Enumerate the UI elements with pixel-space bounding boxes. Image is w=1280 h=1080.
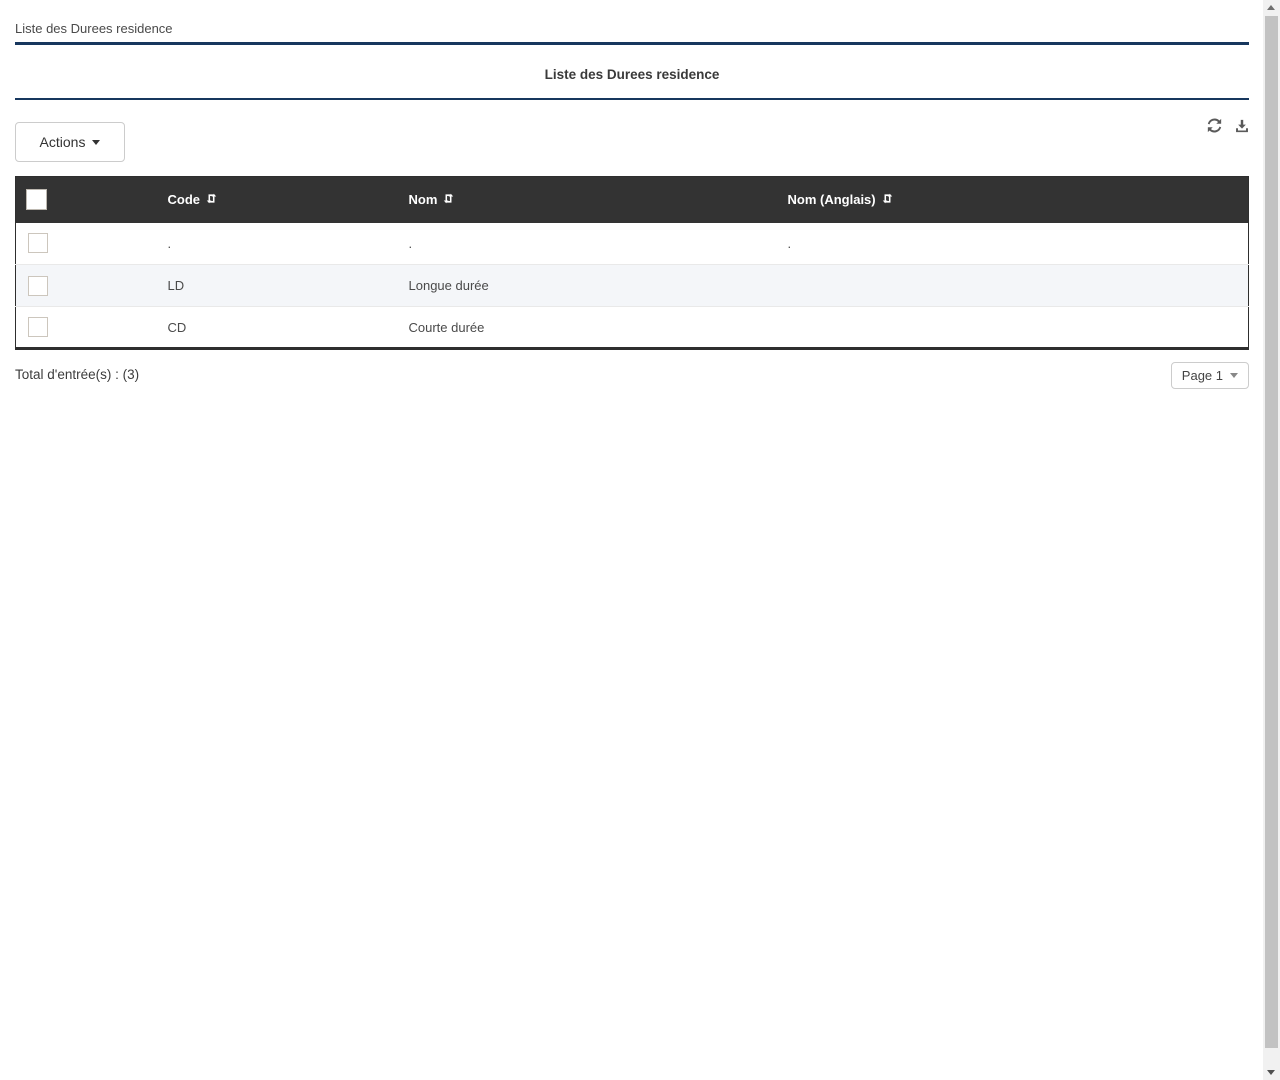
row-checkbox[interactable]: [28, 276, 48, 296]
cell-code: CD: [158, 307, 401, 349]
column-header-nom-anglais[interactable]: Nom (Anglais): [780, 177, 1249, 223]
vertical-scrollbar[interactable]: [1263, 0, 1280, 1080]
table-row: LD Longue durée: [16, 265, 1249, 307]
scroll-down-icon[interactable]: [1267, 1070, 1275, 1075]
scrollbar-thumb[interactable]: [1265, 16, 1278, 1048]
caret-down-icon: [92, 140, 100, 145]
row-checkbox[interactable]: [28, 317, 48, 337]
cell-code: .: [158, 223, 401, 265]
refresh-icon[interactable]: [1207, 118, 1222, 133]
total-entries-label: Total d'entrée(s) : (3): [15, 362, 139, 382]
cell-code: LD: [158, 265, 401, 307]
table-row: . . .: [16, 223, 1249, 265]
cell-nom-anglais: [780, 307, 1249, 349]
list-heading: Liste des Durees residence: [15, 45, 1249, 100]
cell-nom: Longue durée: [401, 265, 780, 307]
scroll-up-icon[interactable]: [1267, 5, 1275, 10]
column-header-nom[interactable]: Nom: [401, 177, 780, 223]
column-header-nom-label: Nom: [409, 192, 438, 207]
column-header-code[interactable]: Code: [158, 177, 401, 223]
actions-button-label: Actions: [40, 134, 86, 150]
column-header-code-label: Code: [168, 192, 201, 207]
column-header-nom-anglais-label: Nom (Anglais): [788, 192, 876, 207]
caret-down-icon: [1230, 373, 1238, 378]
toolbar: Actions: [15, 100, 1249, 176]
download-icon[interactable]: [1235, 119, 1249, 133]
cell-nom-anglais: .: [780, 223, 1249, 265]
durees-table: Code Nom: [15, 176, 1249, 350]
page-selector-label: Page 1: [1182, 368, 1223, 383]
table-row: CD Courte durée: [16, 307, 1249, 349]
row-checkbox[interactable]: [28, 233, 48, 253]
page-title: Liste des Durees residence: [15, 0, 1249, 45]
sort-icon: [205, 192, 218, 207]
actions-button[interactable]: Actions: [15, 122, 125, 162]
sort-icon: [442, 192, 455, 207]
select-all-checkbox[interactable]: [26, 189, 47, 210]
select-all-cell: [16, 177, 158, 223]
cell-nom: Courte durée: [401, 307, 780, 349]
main-content: Liste des Durees residence Liste des Dur…: [15, 0, 1249, 392]
page-selector-button[interactable]: Page 1: [1171, 362, 1249, 389]
table-header-row: Code Nom: [16, 177, 1249, 223]
cell-nom: .: [401, 223, 780, 265]
list-footer: Total d'entrée(s) : (3) Page 1: [15, 362, 1249, 392]
cell-nom-anglais: [780, 265, 1249, 307]
sort-icon: [881, 192, 894, 207]
